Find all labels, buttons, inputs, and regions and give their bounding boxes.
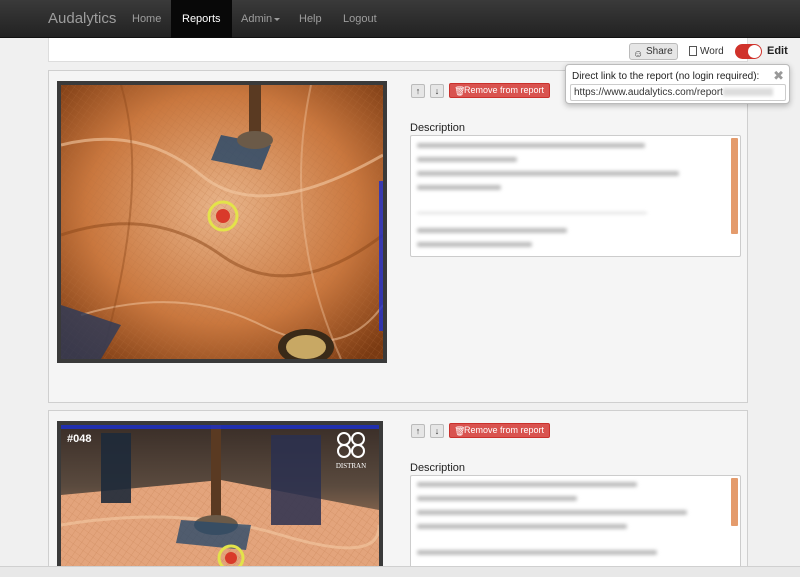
redacted-text <box>722 88 773 97</box>
report-item-card: ↑ ↓ 🗑 Remove from report Description <box>48 70 748 403</box>
word-export-button[interactable]: Word <box>688 43 730 60</box>
move-up-button[interactable]: ↑ <box>411 84 425 98</box>
close-icon[interactable]: ✖ <box>773 68 784 84</box>
blurred-text-line <box>417 228 567 233</box>
blurred-text-line <box>417 171 679 176</box>
nav-help[interactable]: Help <box>288 0 333 38</box>
blurred-text-line <box>417 550 657 555</box>
remove-label: Remove from report <box>464 425 545 435</box>
description-label: Description <box>410 122 466 134</box>
blurred-text-line <box>417 242 532 247</box>
share-popover: Direct link to the report (no login requ… <box>565 64 790 104</box>
document-icon <box>689 46 697 56</box>
arrow-up-icon: ↑ <box>415 86 421 96</box>
edit-label: Edit <box>767 45 788 57</box>
blurred-text-line <box>417 524 627 529</box>
move-up-button[interactable]: ↑ <box>411 424 425 438</box>
chevron-down-icon <box>274 17 281 21</box>
brand-logo[interactable]: Audalytics <box>48 10 116 27</box>
remove-from-report-button[interactable]: 🗑 Remove from report <box>449 423 551 438</box>
distran-logo: DISTRAN <box>331 431 371 471</box>
arrow-up-icon: ↑ <box>415 426 421 436</box>
navbar: Audalytics Home Reports Admin Help Logou… <box>0 0 800 38</box>
toggle-knob <box>748 45 761 58</box>
blurred-text-line <box>417 496 577 501</box>
inspection-photo[interactable] <box>57 81 387 363</box>
blurred-text-line <box>417 157 517 162</box>
move-down-button[interactable]: ↓ <box>430 424 444 438</box>
nav-reports[interactable]: Reports <box>171 0 232 38</box>
nav-home[interactable]: Home <box>121 0 172 38</box>
blurred-text-line <box>417 143 645 148</box>
remove-label: Remove from report <box>464 85 545 95</box>
blurred-text-line <box>417 185 501 190</box>
description-label: Description <box>410 462 466 474</box>
share-label: Share <box>646 46 673 57</box>
edit-toggle[interactable] <box>735 44 762 59</box>
report-link-input[interactable]: https://www.audalytics.com/report <box>570 84 786 101</box>
drone-logo-icon <box>337 432 365 458</box>
description-textarea[interactable] <box>410 475 741 575</box>
trash-icon: 🗑 <box>454 426 466 436</box>
word-label: Word <box>700 46 724 57</box>
textarea-scrollbar[interactable] <box>731 478 738 526</box>
inspection-image <box>61 85 383 359</box>
users-icon: ☺ <box>633 49 644 60</box>
report-link-text: https://www.audalytics.com/report <box>574 87 723 98</box>
nav-admin[interactable]: Admin <box>230 0 291 38</box>
arrow-down-icon: ↓ <box>434 86 440 96</box>
blurred-text-line <box>417 510 687 515</box>
popover-title: Direct link to the report (no login requ… <box>572 71 760 82</box>
trash-icon: 🗑 <box>454 86 466 96</box>
blurred-text-line <box>417 482 637 487</box>
nav-logout[interactable]: Logout <box>332 0 388 38</box>
bottom-status-bar <box>0 566 800 577</box>
photo-id-label: #048 <box>67 433 92 445</box>
textarea-scrollbar[interactable] <box>731 138 738 234</box>
inspection-photo[interactable]: #048 DISTRAN <box>57 421 383 577</box>
divider <box>417 212 647 214</box>
arrow-down-icon: ↓ <box>434 426 440 436</box>
remove-from-report-button[interactable]: 🗑 Remove from report <box>449 83 551 98</box>
share-button[interactable]: ☺ Share <box>629 43 678 60</box>
nav-admin-label: Admin <box>241 13 273 25</box>
move-down-button[interactable]: ↓ <box>430 84 444 98</box>
report-item-card: #048 DISTRAN ↑ ↓ 🗑 Remove from report De… <box>48 410 748 577</box>
description-textarea[interactable] <box>410 135 741 257</box>
logo-text: DISTRAN <box>335 462 367 470</box>
